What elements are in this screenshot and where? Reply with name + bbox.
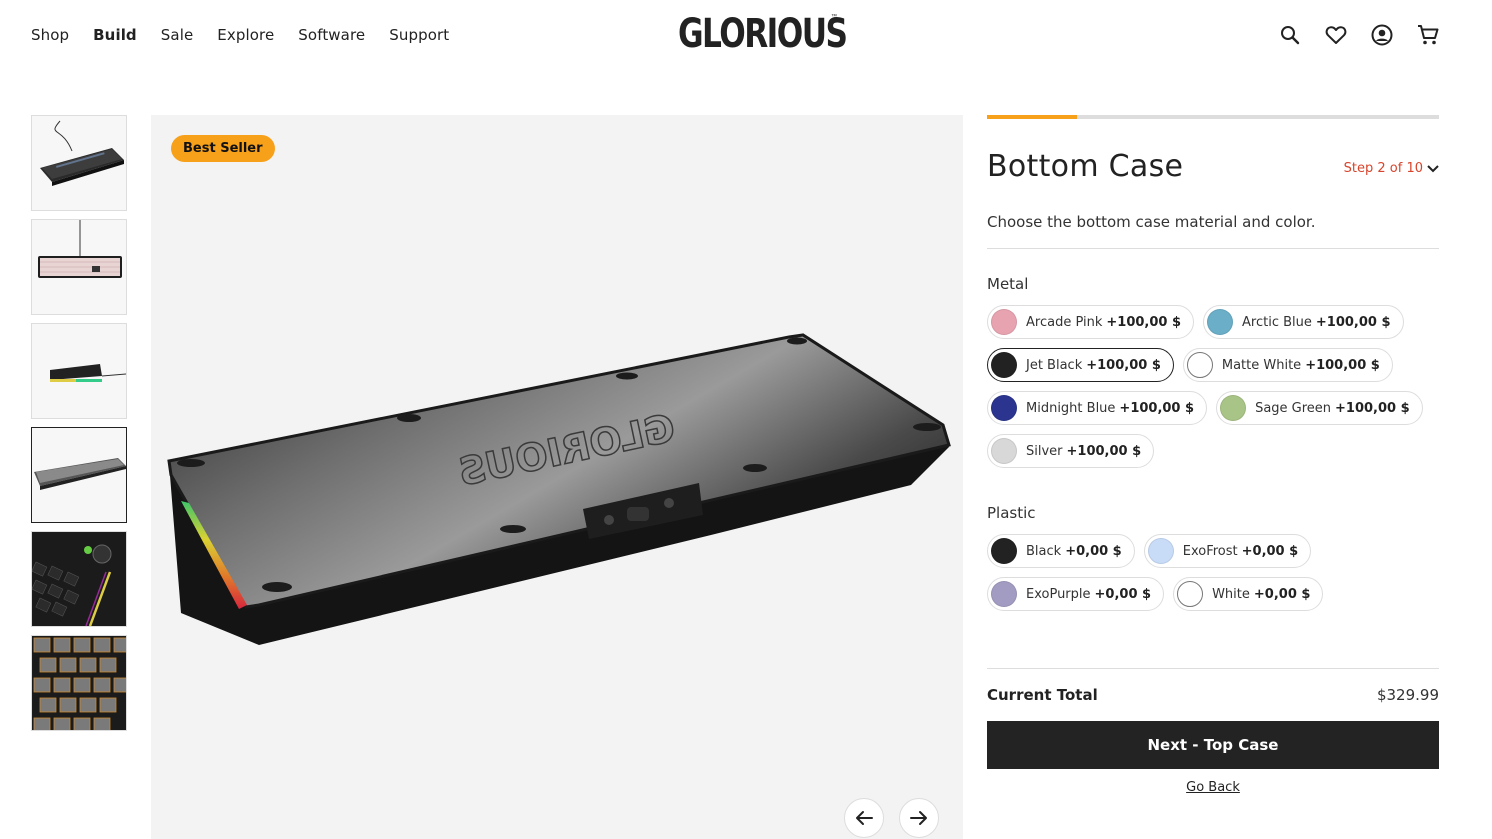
search-icon[interactable]: [1279, 24, 1301, 46]
nav-software[interactable]: Software: [298, 26, 365, 44]
thumbnail-bottom-case[interactable]: [31, 427, 127, 523]
step-description: Choose the bottom case material and colo…: [987, 213, 1439, 249]
total-row: Current Total $329.99: [987, 686, 1439, 704]
next-image-button[interactable]: [899, 798, 939, 838]
arrow-left-icon: [856, 811, 873, 825]
option-sage-green[interactable]: Sage Green +100,00 $: [1216, 391, 1423, 425]
main-nav: Shop Build Sale Explore Software Support: [31, 26, 473, 44]
option-price: +100,00 $: [1335, 400, 1410, 416]
color-swatch: [1207, 309, 1234, 335]
option-silver[interactable]: Silver +100,00 $: [987, 434, 1155, 468]
chevron-down-icon: [1427, 164, 1439, 172]
brand-logo[interactable]: GLORIOUS ™: [678, 12, 894, 56]
site-header: Shop Build Sale Explore Software Support…: [0, 0, 1492, 72]
option-price: +100,00 $: [1106, 314, 1182, 330]
nav-build[interactable]: Build: [93, 26, 137, 44]
option-price: +100,00 $: [1066, 443, 1142, 459]
thumbnail-list: [31, 115, 127, 739]
option-price: +100,00 $: [1086, 357, 1161, 373]
step-indicator: Step 2 of 10: [1343, 161, 1423, 176]
option-midnight-blue[interactable]: Midnight Blue +100,00 $: [987, 391, 1208, 425]
color-swatch: [991, 395, 1017, 421]
option-name: Matte White: [1221, 357, 1302, 373]
group-label-metal: Metal: [987, 275, 1029, 293]
thumbnail-keyboard-top[interactable]: [31, 219, 127, 315]
option-price: +100,00 $: [1305, 357, 1380, 373]
color-swatch: [1186, 352, 1213, 378]
cart-icon[interactable]: [1417, 24, 1439, 46]
color-swatch: [991, 309, 1017, 335]
total-value: $329.99: [1376, 686, 1439, 704]
step-progress-fill: [987, 115, 1078, 119]
color-swatch: [1147, 538, 1174, 564]
color-swatch: [991, 352, 1017, 378]
step-header: Bottom Case Step 2 of 10: [987, 149, 1439, 189]
thumbnail-knob-closeup[interactable]: [31, 531, 127, 627]
color-swatch: [1220, 395, 1247, 421]
thumbnail-keyboard-angled[interactable]: [31, 115, 127, 211]
option-exofrost[interactable]: ExoFrost +0,00 $: [1143, 534, 1312, 568]
option-price: +0,00 $: [1253, 586, 1311, 602]
header-actions: [1279, 24, 1439, 46]
thumbnail-keycaps-closeup[interactable]: [31, 635, 127, 731]
nav-sale[interactable]: Sale: [161, 26, 194, 44]
option-name: Black: [1026, 543, 1062, 559]
next-step-button[interactable]: Next - Top Case: [987, 721, 1439, 769]
step-progress-bar: [987, 115, 1439, 119]
product-image: Best Seller GLORIOUS: [151, 115, 963, 839]
nav-support[interactable]: Support: [389, 26, 449, 44]
arrow-right-icon: [910, 811, 927, 825]
metal-options: Arcade Pink +100,00 $ Arctic Blue +100,00 $…: [987, 305, 1439, 468]
option-price: +0,00 $: [1094, 586, 1152, 602]
option-name: Arcade Pink: [1026, 314, 1103, 330]
color-swatch: [991, 581, 1017, 607]
option-name: Arctic Blue: [1242, 314, 1312, 330]
color-swatch: [1177, 581, 1204, 607]
go-back-link[interactable]: Go Back: [987, 780, 1439, 795]
plastic-options: Black +0,00 $ ExoFrost +0,00 $ ExoPurple +0,0…: [987, 534, 1439, 611]
option-arcade-pink[interactable]: Arcade Pink +100,00 $: [987, 305, 1195, 339]
option-price: +100,00 $: [1119, 400, 1195, 416]
option-name: Silver: [1026, 443, 1063, 459]
group-label-plastic: Plastic: [987, 504, 1036, 522]
option-arctic-blue[interactable]: Arctic Blue +100,00 $: [1203, 305, 1404, 339]
account-icon[interactable]: [1371, 24, 1393, 46]
totals-section: Current Total $329.99: [987, 668, 1439, 704]
option-price: +0,00 $: [1241, 543, 1299, 559]
color-swatch: [991, 538, 1017, 564]
option-jet-black[interactable]: Jet Black +100,00 $: [987, 348, 1174, 382]
thumbnail-keyboard-side[interactable]: [31, 323, 127, 419]
bottom-case-illustration: GLORIOUS: [167, 333, 951, 645]
option-black[interactable]: Black +0,00 $: [987, 534, 1135, 568]
logo-text: GLORIOUS: [678, 11, 848, 57]
logo-trademark: ™: [831, 14, 837, 20]
option-name: ExoPurple: [1026, 586, 1091, 602]
option-price: +100,00 $: [1315, 314, 1391, 330]
color-swatch: [991, 438, 1017, 464]
option-name: White: [1212, 586, 1250, 602]
option-exopurple[interactable]: ExoPurple +0,00 $: [987, 577, 1165, 611]
option-price: +0,00 $: [1065, 543, 1122, 559]
step-selector[interactable]: Step 2 of 10: [1344, 161, 1439, 176]
configurator-panel: Bottom Case Step 2 of 10 Choose the bott…: [987, 115, 1439, 611]
option-matte-white[interactable]: Matte White +100,00 $: [1182, 348, 1393, 382]
prev-image-button[interactable]: [844, 798, 884, 838]
option-white[interactable]: White +0,00 $: [1173, 577, 1324, 611]
nav-explore[interactable]: Explore: [217, 26, 274, 44]
option-name: Sage Green: [1255, 400, 1332, 416]
option-name: ExoFrost: [1182, 543, 1238, 559]
nav-shop[interactable]: Shop: [31, 26, 69, 44]
option-name: Jet Black: [1026, 357, 1083, 373]
heart-icon[interactable]: [1325, 24, 1347, 46]
option-name: Midnight Blue: [1026, 400, 1116, 416]
total-label: Current Total: [987, 686, 1098, 704]
